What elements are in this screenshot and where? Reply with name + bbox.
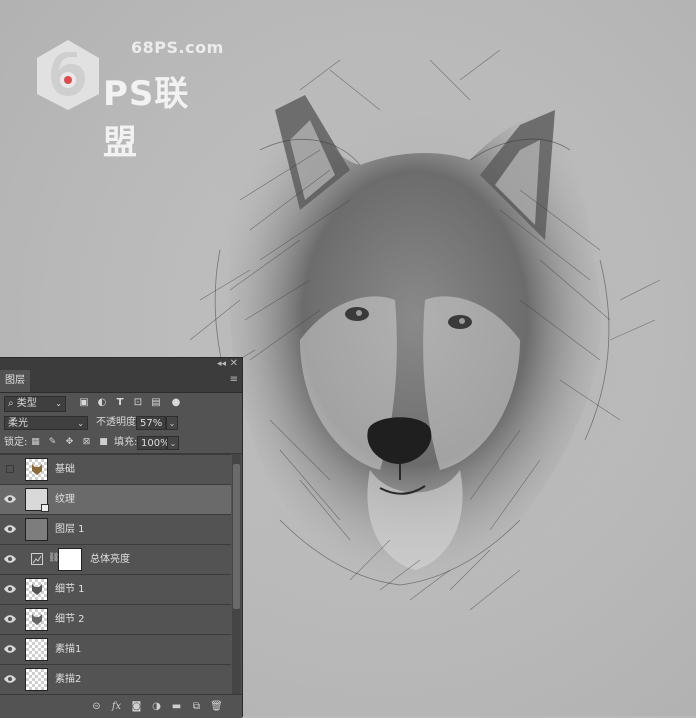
- lock-label: 锁定:: [4, 437, 28, 448]
- filter-shape-icon[interactable]: ⊡: [132, 397, 144, 409]
- layer-name: 图层 1: [55, 524, 85, 535]
- layer-row-sketch2[interactable]: 素描2: [0, 665, 231, 695]
- folder-icon[interactable]: ▬: [170, 700, 183, 713]
- layer-name: 细节 2: [55, 614, 85, 625]
- blend-mode-select[interactable]: 柔光 ⌄: [4, 416, 88, 430]
- collapse-icon[interactable]: ◂◂: [217, 358, 226, 370]
- wolf-thumb-icon: [32, 464, 42, 475]
- search-icon: ⌕: [8, 398, 14, 409]
- layer-name: 基础: [55, 464, 75, 475]
- eye-icon[interactable]: [4, 614, 16, 624]
- filter-kind-select[interactable]: ⌕ 类型 ⌄: [4, 396, 66, 412]
- blend-mode-value: 柔光: [8, 418, 28, 429]
- layer-thumbnail: [25, 608, 48, 631]
- eye-icon[interactable]: [4, 584, 16, 594]
- layers-scrollbar[interactable]: [232, 454, 241, 694]
- panel-footer: ⊝ fx ◙ ◑ ▬ ⧉ 🗑: [0, 694, 242, 718]
- lock-row: 锁定: ▦ ✎ ✥ ⊠ ■ 填充: 100% ⌄: [0, 433, 242, 454]
- blend-row: 柔光 ⌄ 不透明度: 57% ⌄: [0, 413, 242, 433]
- opacity-input[interactable]: 57%: [136, 416, 166, 430]
- filter-adjustment-icon[interactable]: ◐: [96, 397, 108, 409]
- layer-thumbnail: [25, 458, 48, 481]
- layer-name: 细节 1: [55, 584, 85, 595]
- filter-smartobject-icon[interactable]: ▤: [150, 397, 162, 409]
- layer-thumbnail: [25, 488, 49, 512]
- panel-menu-icon[interactable]: ≡: [230, 374, 238, 385]
- layer-name: 纹理: [55, 494, 75, 505]
- eye-icon[interactable]: [4, 494, 16, 504]
- smart-object-icon: [41, 504, 49, 512]
- mask-icon[interactable]: ◙: [130, 700, 143, 713]
- scrollbar-thumb[interactable]: [233, 464, 240, 609]
- link-icon[interactable]: ⊝: [90, 700, 103, 713]
- layer-thumbnail: [25, 578, 48, 601]
- new-layer-icon[interactable]: ⧉: [190, 700, 203, 713]
- layer-thumbnail: [25, 518, 48, 541]
- layer-thumbnail: [25, 638, 48, 661]
- panel-tabs: 图层 ≡: [0, 370, 242, 393]
- fill-label: 填充:: [114, 437, 138, 448]
- layers-panel: ◂◂ ✕ 图层 ≡ ⌕ 类型 ⌄ ▣ ◐ T ⊡ ▤ ● 柔光 ⌄ 不透明度: …: [0, 357, 243, 718]
- ps-logo-icon: [37, 40, 99, 110]
- layer-name: 总体亮度: [90, 554, 130, 565]
- filter-toggle-icon[interactable]: ●: [170, 397, 182, 409]
- layers-list: 基础 纹理 图层 1 ⛓ 总体亮度 细节 1 细节 2 素描1 素描2: [0, 454, 231, 695]
- layer-thumbnail: [25, 668, 48, 691]
- chevron-down-icon: ⌄: [77, 419, 84, 428]
- watermark-brand: PS联盟: [103, 74, 190, 163]
- layer-name: 素描1: [55, 644, 82, 655]
- layer-row-layer1[interactable]: 图层 1: [0, 515, 231, 545]
- fill-input[interactable]: 100%: [137, 436, 170, 450]
- layer-row-detail1[interactable]: 细节 1: [0, 575, 231, 605]
- wolf-thumb-icon: [32, 584, 42, 595]
- filter-type-icon[interactable]: T: [114, 397, 126, 409]
- lock-transparent-icon[interactable]: ▦: [30, 437, 41, 448]
- tab-layers[interactable]: 图层: [0, 370, 30, 392]
- watermark-site: 68PS.com: [131, 38, 224, 57]
- opacity-label: 不透明度:: [96, 417, 140, 428]
- wolf-thumb-icon: [32, 614, 42, 625]
- eye-icon[interactable]: [4, 524, 16, 534]
- filter-pixel-icon[interactable]: ▣: [78, 397, 90, 409]
- opacity-dropdown[interactable]: ⌄: [166, 416, 178, 430]
- panel-topbar: ◂◂ ✕: [0, 358, 242, 370]
- layer-row-brightness[interactable]: ⛓ 总体亮度: [0, 545, 231, 575]
- layer-row-base[interactable]: 基础: [0, 455, 231, 485]
- lock-brush-icon[interactable]: ✎: [47, 437, 58, 448]
- lock-all-icon[interactable]: ■: [98, 437, 109, 448]
- visibility-toggle[interactable]: [6, 465, 14, 473]
- close-icon[interactable]: ✕: [230, 358, 238, 370]
- adjustment-icon: [31, 553, 43, 565]
- adjustment-icon[interactable]: ◑: [150, 700, 163, 713]
- eye-icon[interactable]: [4, 554, 16, 564]
- eye-icon[interactable]: [4, 644, 16, 654]
- layer-row-sketch1[interactable]: 素描1: [0, 635, 231, 665]
- layer-name: 素描2: [55, 674, 82, 685]
- trash-icon[interactable]: 🗑: [210, 700, 223, 713]
- fill-dropdown[interactable]: ⌄: [167, 436, 179, 450]
- lock-move-icon[interactable]: ✥: [64, 437, 75, 448]
- lock-artboard-icon[interactable]: ⊠: [81, 437, 92, 448]
- filter-kind-label: 类型: [16, 398, 37, 409]
- filter-row: ⌕ 类型 ⌄ ▣ ◐ T ⊡ ▤ ●: [0, 393, 242, 413]
- layer-row-texture[interactable]: 纹理: [0, 485, 231, 515]
- layer-row-detail2[interactable]: 细节 2: [0, 605, 231, 635]
- layer-mask-thumbnail: [58, 548, 82, 571]
- chevron-down-icon: ⌄: [55, 399, 62, 408]
- fx-icon[interactable]: fx: [110, 700, 123, 713]
- eye-icon[interactable]: [4, 674, 16, 684]
- watermark-logo: 68PS.com PS联盟: [33, 38, 224, 163]
